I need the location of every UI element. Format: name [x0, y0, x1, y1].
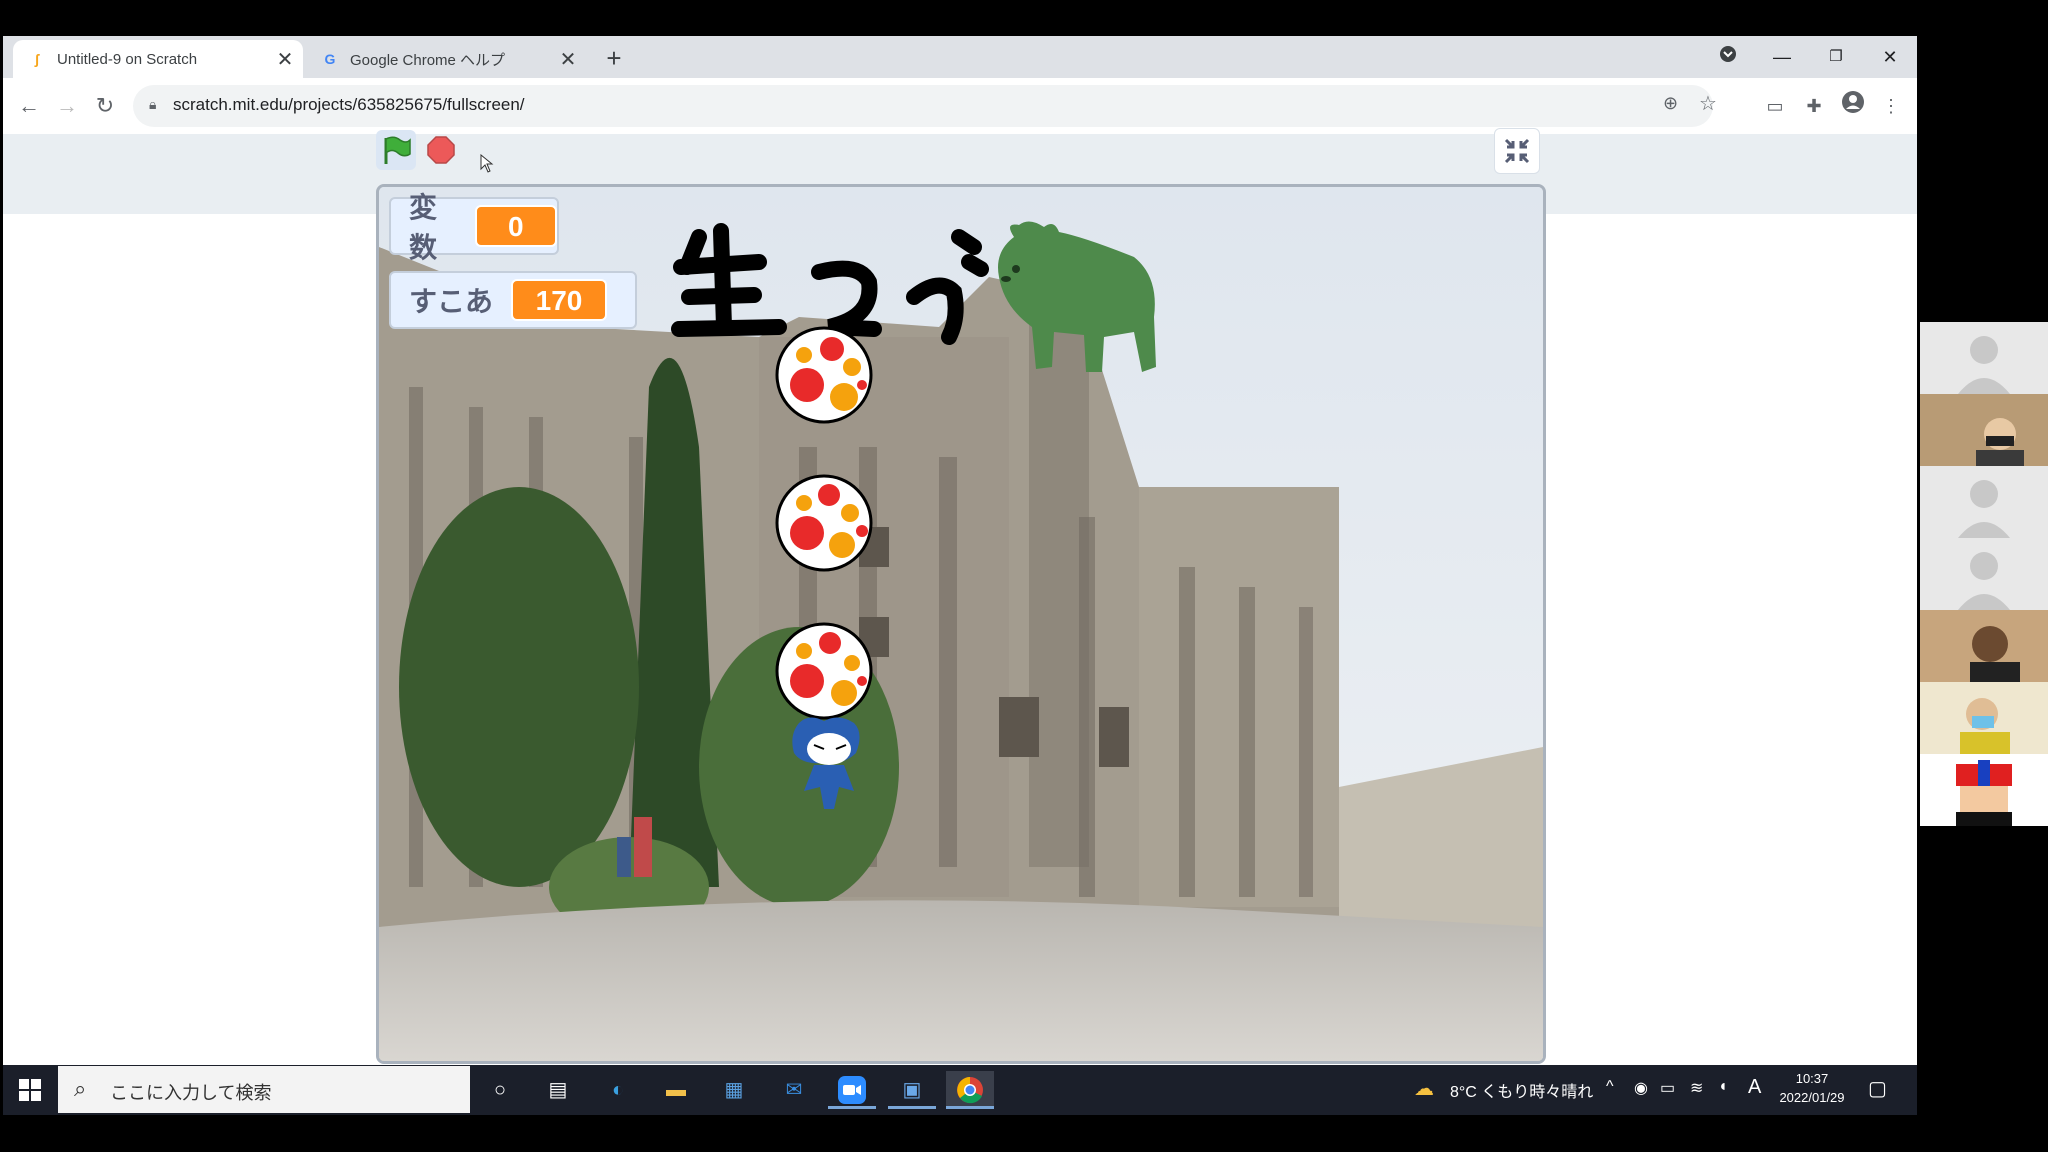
- file-explorer-icon[interactable]: ▬: [652, 1071, 700, 1109]
- stop-icon: [427, 136, 455, 164]
- search-placeholder: ここに入力して検索: [110, 1083, 272, 1103]
- zoom-icon[interactable]: ⊕: [1663, 93, 1678, 114]
- tab-scratch[interactable]: ʃ Untitled-9 on Scratch ✕: [13, 40, 303, 78]
- weather-icon: ☁: [1414, 1078, 1434, 1100]
- green-flag-icon: [384, 136, 411, 164]
- avatar-placeholder-icon: [1958, 336, 2010, 394]
- store-icon[interactable]: ▦: [710, 1071, 758, 1109]
- bear-sprite: [998, 221, 1156, 372]
- taskbar-search-box[interactable]: ⌕ ここに入力して検索: [58, 1066, 470, 1113]
- variable-monitor-hensuu: 変数 0: [389, 192, 559, 263]
- participant-tile[interactable]: [1920, 610, 2048, 682]
- tab-strip: ʃ Untitled-9 on Scratch ✕ G Google Chrom…: [3, 36, 1917, 78]
- back-button[interactable]: ←: [13, 90, 45, 122]
- wifi-icon[interactable]: ≋: [1690, 1078, 1703, 1098]
- participant-tile[interactable]: [1920, 466, 2048, 538]
- tab-title: Google Chrome ヘルプ: [350, 51, 506, 69]
- participant-tile[interactable]: [1920, 538, 2048, 610]
- dot-ball-sprite: [775, 326, 873, 424]
- green-flag-button[interactable]: [376, 130, 416, 170]
- meet-now-icon[interactable]: ◉: [1634, 1078, 1648, 1098]
- google-g-icon: G: [324, 51, 336, 67]
- lock-icon: 🔒︎: [149, 96, 157, 112]
- avatar-placeholder-icon: [1958, 480, 2010, 538]
- window-app-icon[interactable]: ▣: [888, 1071, 936, 1109]
- participant-video: [1920, 682, 2048, 754]
- close-icon[interactable]: ✕: [556, 47, 580, 72]
- stop-button[interactable]: [427, 136, 455, 164]
- tab-chrome-help[interactable]: G Google Chrome ヘルプ ✕: [306, 40, 586, 78]
- tab-search-button[interactable]: [1701, 40, 1755, 74]
- close-icon[interactable]: ✕: [273, 47, 297, 72]
- exit-fullscreen-button[interactable]: [1494, 128, 1540, 174]
- clock[interactable]: 10:37 2022/01/29: [1776, 1071, 1848, 1105]
- edge-icon[interactable]: ◐: [594, 1071, 642, 1109]
- monitor-label: すこあ: [409, 286, 494, 317]
- participant-tile[interactable]: [1920, 322, 2048, 394]
- close-window-button[interactable]: ✕: [1863, 40, 1917, 74]
- mail-icon[interactable]: ✉: [770, 1071, 818, 1109]
- chrome-icon[interactable]: [946, 1071, 994, 1109]
- clock-time: 10:37: [1795, 1071, 1829, 1086]
- extensions-icon[interactable]: ✚: [1798, 90, 1830, 122]
- task-view-icon[interactable]: ▤: [534, 1071, 582, 1109]
- zoom-icon[interactable]: [828, 1071, 876, 1109]
- monitor-value: 0: [474, 205, 557, 247]
- bookmark-star-icon[interactable]: ☆: [1699, 91, 1717, 116]
- windows-start-icon[interactable]: [6, 1071, 54, 1109]
- scratch-stage[interactable]: 変数 0 すこあ 170: [376, 184, 1546, 1064]
- reload-button[interactable]: ↻: [89, 90, 121, 122]
- tab-title: Untitled-9 on Scratch: [57, 50, 198, 68]
- monitor-value: 170: [511, 279, 608, 321]
- participant-tile[interactable]: [1920, 754, 2048, 826]
- dot-ball-sprite: [775, 474, 873, 572]
- volume-icon[interactable]: ◖: [1718, 1078, 1728, 1096]
- battery-icon[interactable]: ▭: [1660, 1078, 1675, 1098]
- cortana-icon[interactable]: ○: [476, 1071, 524, 1109]
- participant-video: [1920, 610, 2048, 682]
- menu-icon[interactable]: ⋮: [1875, 90, 1907, 122]
- address-bar[interactable]: 🔒︎ scratch.mit.edu/projects/635825675/fu…: [133, 85, 1717, 127]
- forward-button[interactable]: →: [51, 90, 83, 122]
- clock-date: 2022/01/29: [1779, 1090, 1845, 1105]
- notification-icon[interactable]: ▢: [1868, 1076, 1887, 1101]
- monitor-label: 変数: [409, 192, 438, 263]
- variable-monitor-score: すこあ 170: [389, 271, 637, 329]
- scratch-cat-icon: ʃ: [34, 51, 40, 67]
- restore-button[interactable]: ❐: [1809, 40, 1863, 74]
- exit-fullscreen-icon: [1504, 138, 1530, 164]
- participant-video: [1920, 394, 2048, 466]
- profile-icon[interactable]: [1837, 90, 1869, 122]
- ime-indicator[interactable]: A: [1748, 1076, 1761, 1099]
- chevron-up-icon[interactable]: ^: [1606, 1078, 1614, 1096]
- browser-toolbar: ← → ↻ 🔒︎ scratch.mit.edu/projects/635825…: [3, 78, 1917, 135]
- new-tab-button[interactable]: +: [599, 44, 629, 74]
- cast-icon[interactable]: ▭: [1759, 90, 1791, 122]
- minimize-button[interactable]: —: [1755, 40, 1809, 74]
- participant-tile[interactable]: [1920, 394, 2048, 466]
- url-text: scratch.mit.edu/projects/635825675/fulls…: [173, 95, 525, 114]
- mouse-cursor-icon: [480, 153, 494, 179]
- participant-tile[interactable]: [1920, 682, 2048, 754]
- chevron-down-icon: [1720, 46, 1736, 62]
- avatar-placeholder-icon: [1958, 552, 2010, 610]
- participant-avatar-image: [1920, 754, 2048, 826]
- mascot-sprite: [792, 717, 860, 809]
- dot-ball-sprite: [775, 622, 873, 720]
- weather-text[interactable]: 8°C くもり時々晴れ: [1450, 1078, 1593, 1102]
- search-icon: ⌕: [74, 1076, 87, 1101]
